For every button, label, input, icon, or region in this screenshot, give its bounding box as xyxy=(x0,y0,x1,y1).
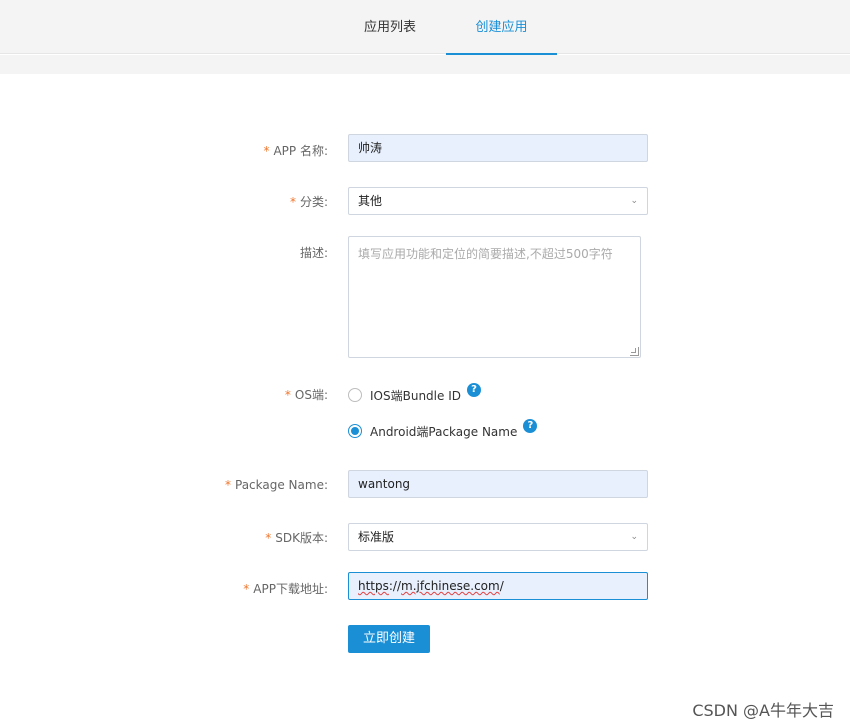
resize-handle-icon[interactable] xyxy=(630,347,639,356)
os-option-ios[interactable]: IOS端Bundle ID ? xyxy=(348,383,481,404)
required-mark: * xyxy=(284,388,291,402)
os-option-android-label: Android端Package Name xyxy=(370,424,518,439)
header-gap xyxy=(0,55,850,74)
tab-create-app[interactable]: 创建应用 xyxy=(446,0,557,55)
url-scheme: https xyxy=(358,579,389,593)
download-url-input[interactable]: https://m.jfchinese.com/ xyxy=(348,572,648,600)
app-name-input[interactable]: 帅涛 xyxy=(348,134,648,162)
download-url-label: * APP下载地址: xyxy=(243,582,328,596)
radio-ios[interactable] xyxy=(348,388,362,402)
category-select[interactable]: 其他 ⌄ xyxy=(348,187,648,215)
sdk-version-label: * SDK版本: xyxy=(265,531,328,545)
sdk-version-value: 标准版 xyxy=(358,530,395,544)
help-icon[interactable]: ? xyxy=(466,383,481,397)
create-now-button[interactable]: 立即创建 xyxy=(348,625,430,653)
description-textarea[interactable]: 填写应用功能和定位的简要描述,不超过500字符 xyxy=(348,236,641,358)
chevron-down-icon: ⌄ xyxy=(630,532,638,542)
required-mark: * xyxy=(289,195,296,209)
top-tab-bar: 应用列表 创建应用 xyxy=(0,0,850,55)
required-mark: * xyxy=(265,531,272,545)
package-name-input[interactable]: wantong xyxy=(348,470,648,498)
watermark: CSDN @A牛年大吉 xyxy=(692,701,834,720)
description-placeholder: 填写应用功能和定位的简要描述,不超过500字符 xyxy=(358,247,613,261)
required-mark: * xyxy=(225,478,231,492)
url-separator: :// xyxy=(388,579,402,593)
radio-android[interactable] xyxy=(348,424,362,438)
tab-app-list[interactable]: 应用列表 xyxy=(350,0,430,54)
chevron-down-icon: ⌄ xyxy=(630,196,638,206)
os-option-android[interactable]: Android端Package Name ? xyxy=(348,419,538,440)
description-label: 描述: xyxy=(299,246,328,260)
help-icon[interactable]: ? xyxy=(523,419,538,433)
os-label: * OS端: xyxy=(284,388,328,402)
url-domain: m.jfchinese.com xyxy=(401,579,500,593)
required-mark: * xyxy=(243,582,250,596)
category-label: * 分类: xyxy=(289,195,328,209)
category-value: 其他 xyxy=(358,194,383,208)
app-name-label: * APP 名称: xyxy=(263,144,328,158)
required-mark: * xyxy=(263,144,270,158)
os-option-ios-label: IOS端Bundle ID xyxy=(370,388,461,403)
sdk-version-select[interactable]: 标准版 ⌄ xyxy=(348,523,648,551)
package-name-label: * Package Name: xyxy=(225,478,328,492)
url-suffix: / xyxy=(499,579,504,593)
